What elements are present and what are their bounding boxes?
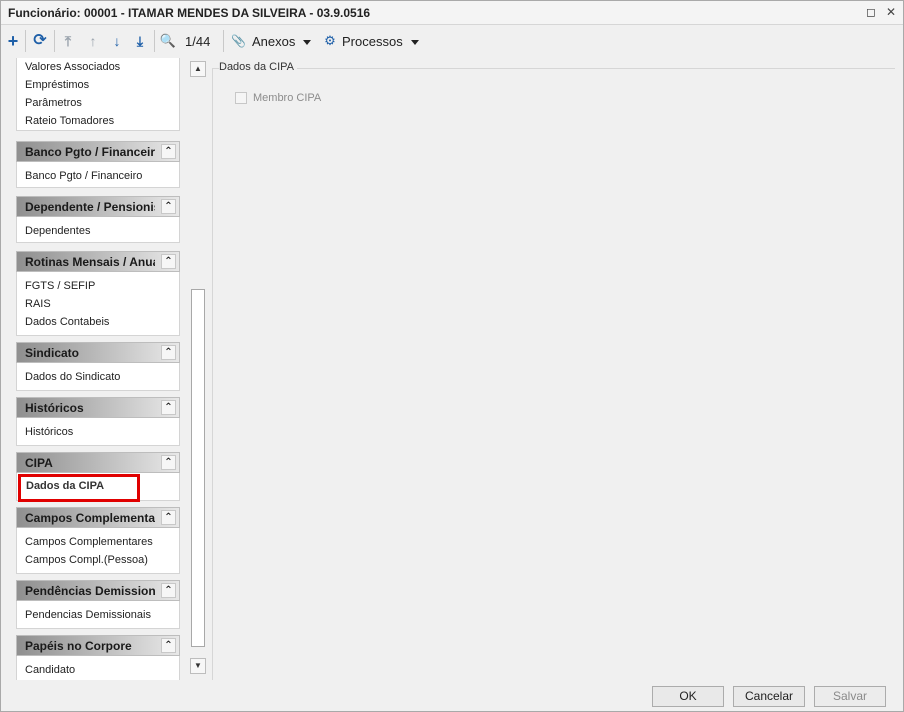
group-items bbox=[16, 528, 180, 574]
close-icon[interactable]: ✕ bbox=[883, 4, 899, 20]
nav-item-dados-sindicato[interactable]: Dados do Sindicato bbox=[25, 371, 120, 383]
nav-item-banco-pgto[interactable]: Banco Pgto / Financeiro bbox=[25, 170, 142, 182]
nav-item-emprestimos[interactable]: Empréstimos bbox=[25, 79, 89, 91]
nav-item-historicos[interactable]: Históricos bbox=[25, 426, 73, 438]
collapse-icon[interactable]: ⌃ bbox=[161, 144, 176, 159]
section-title: Dados da CIPA bbox=[219, 61, 298, 73]
group-header-campos[interactable]: Campos Complementares ⌃ bbox=[16, 507, 180, 528]
refresh-icon[interactable]: ⟳ bbox=[31, 32, 49, 50]
membro-cipa-label: Membro CIPA bbox=[253, 92, 322, 104]
collapse-icon[interactable]: ⌃ bbox=[161, 254, 176, 269]
scroll-up-icon[interactable]: ▲ bbox=[190, 61, 206, 77]
nav-item-campos-compl-pessoa[interactable]: Campos Compl.(Pessoa) bbox=[25, 554, 148, 566]
scroll-down-icon[interactable]: ▼ bbox=[190, 658, 206, 674]
group-title: Dependente / Pensionistas bbox=[25, 200, 155, 214]
title-bar: Funcionário: 00001 - ITAMAR MENDES DA SI… bbox=[1, 1, 903, 25]
group-header-pendencias[interactable]: Pendências Demissionais ⌃ bbox=[16, 580, 180, 601]
collapse-icon[interactable]: ⌃ bbox=[161, 638, 176, 653]
group-header-papeis[interactable]: Papéis no Corpore ⌃ bbox=[16, 635, 180, 656]
collapse-icon[interactable]: ⌃ bbox=[161, 510, 176, 525]
window-title: Funcionário: 00001 - ITAMAR MENDES DA SI… bbox=[8, 6, 371, 20]
nav-item-valores-associados[interactable]: Valores Associados bbox=[25, 61, 120, 73]
group-header-cipa[interactable]: CIPA ⌃ bbox=[16, 452, 180, 473]
search-icon[interactable]: 🔍 bbox=[159, 32, 177, 50]
group-title: Papéis no Corpore bbox=[25, 639, 132, 653]
collapse-icon[interactable]: ⌃ bbox=[161, 583, 176, 598]
last-record-icon[interactable]: ⤓ bbox=[132, 32, 148, 50]
nav-item-fgts-sefip[interactable]: FGTS / SEFIP bbox=[25, 280, 95, 292]
content-panel: Dados da CIPA Membro CIPA bbox=[209, 58, 895, 680]
collapse-icon[interactable]: ⌃ bbox=[161, 455, 176, 470]
group-header-banco[interactable]: Banco Pgto / Financeiro ⌃ bbox=[16, 141, 180, 162]
paperclip-icon[interactable]: 📎 bbox=[231, 32, 246, 50]
nav-item-parametros[interactable]: Parâmetros bbox=[25, 97, 82, 109]
previous-record-icon[interactable]: ↑ bbox=[85, 32, 101, 50]
group-title: Banco Pgto / Financeiro bbox=[25, 145, 155, 159]
processes-label: Processos bbox=[342, 34, 403, 49]
nav-scrollbar[interactable]: ▲ ▼ bbox=[190, 59, 207, 679]
employee-window: Funcionário: 00001 - ITAMAR MENDES DA SI… bbox=[0, 0, 904, 712]
first-record-icon[interactable]: ⤒ bbox=[60, 32, 76, 50]
nav-item-dados-contabeis[interactable]: Dados Contabeis bbox=[25, 316, 109, 328]
section-box bbox=[212, 68, 895, 680]
attachments-label: Anexos bbox=[252, 34, 296, 49]
membro-cipa-checkbox[interactable] bbox=[235, 92, 247, 104]
cancel-button[interactable]: Cancelar bbox=[733, 686, 805, 707]
toolbar-separator bbox=[154, 30, 155, 52]
group-title: CIPA bbox=[25, 456, 53, 470]
ok-button[interactable]: OK bbox=[652, 686, 724, 707]
nav-item-candidato[interactable]: Candidato bbox=[25, 664, 75, 676]
save-button[interactable]: Salvar bbox=[814, 686, 886, 707]
next-record-icon[interactable]: ↓ bbox=[109, 32, 125, 50]
scrollbar-thumb[interactable] bbox=[191, 289, 205, 647]
nav-item-pendencias[interactable]: Pendencias Demissionais bbox=[25, 609, 151, 621]
toolbar-separator bbox=[25, 30, 26, 52]
group-header-sindicato[interactable]: Sindicato ⌃ bbox=[16, 342, 180, 363]
processes-menu[interactable]: Processos bbox=[342, 34, 419, 49]
collapse-icon[interactable]: ⌃ bbox=[161, 400, 176, 415]
collapse-icon[interactable]: ⌃ bbox=[161, 199, 176, 214]
toolbar: + ⟳ ⤒ ↑ ↓ ⤓ 🔍 1/44 📎 Anexos ⚙ Processos bbox=[1, 26, 903, 56]
group-title: Pendências Demissionais bbox=[25, 584, 155, 598]
toolbar-separator bbox=[223, 30, 224, 52]
restore-icon[interactable]: ◻ bbox=[863, 4, 879, 20]
nav-item-rateio-tomadores[interactable]: Rateio Tomadores bbox=[25, 115, 114, 127]
group-title: Históricos bbox=[25, 401, 84, 415]
group-title: Sindicato bbox=[25, 346, 80, 360]
group-title: Rotinas Mensais / Anuais bbox=[25, 255, 155, 269]
record-counter: 1/44 bbox=[185, 34, 211, 49]
chevron-down-icon bbox=[303, 40, 312, 46]
gear-icon[interactable]: ⚙ bbox=[323, 32, 337, 50]
chevron-down-icon bbox=[410, 40, 419, 46]
group-header-historicos[interactable]: Históricos ⌃ bbox=[16, 397, 180, 418]
selection-highlight bbox=[18, 474, 140, 502]
collapse-icon[interactable]: ⌃ bbox=[161, 345, 176, 360]
toolbar-separator bbox=[54, 30, 55, 52]
nav-item-dependentes[interactable]: Dependentes bbox=[25, 225, 90, 237]
attachments-menu[interactable]: Anexos bbox=[252, 34, 312, 49]
add-icon[interactable]: + bbox=[5, 32, 21, 50]
group-header-dependente[interactable]: Dependente / Pensionistas ⌃ bbox=[16, 196, 180, 217]
group-title: Campos Complementares bbox=[25, 511, 155, 525]
navigation-panel: Valores Associados Empréstimos Parâmetro… bbox=[1, 58, 188, 680]
group-header-rotinas[interactable]: Rotinas Mensais / Anuais ⌃ bbox=[16, 251, 180, 272]
nav-item-campos-complementares[interactable]: Campos Complementares bbox=[25, 536, 153, 548]
nav-item-rais[interactable]: RAIS bbox=[25, 298, 51, 310]
